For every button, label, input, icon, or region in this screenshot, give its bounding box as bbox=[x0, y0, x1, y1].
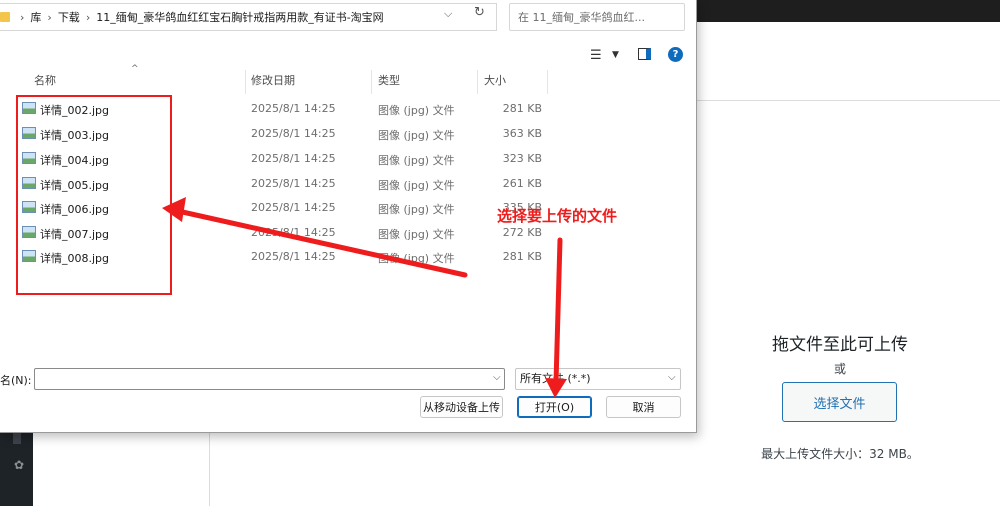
file-date: 2025/8/1 14:25 bbox=[251, 152, 336, 165]
file-size: 281 KB bbox=[502, 250, 542, 263]
filename-label: 名(N): bbox=[0, 374, 32, 387]
preview-pane-icon[interactable] bbox=[638, 48, 651, 60]
media-side-panel bbox=[33, 430, 210, 506]
column-header-date[interactable]: 修改日期 bbox=[245, 70, 372, 94]
file-date: 2025/8/1 14:25 bbox=[251, 250, 336, 263]
page-header-divider bbox=[697, 100, 1000, 101]
max-upload-size: 最大上传文件大小：32 MB。 bbox=[761, 447, 919, 461]
file-date: 2025/8/1 14:25 bbox=[251, 127, 336, 140]
open-button[interactable]: 打开(O) bbox=[517, 396, 592, 418]
file-size: 323 KB bbox=[502, 152, 542, 165]
file-size: 261 KB bbox=[502, 177, 542, 190]
cancel-button[interactable]: 取消 bbox=[606, 396, 681, 418]
upload-from-mobile-button[interactable]: 从移动设备上传 bbox=[420, 396, 503, 418]
file-date: 2025/8/1 14:25 bbox=[251, 201, 336, 214]
file-type: 图像 (jpg) 文件 bbox=[378, 154, 455, 167]
drop-zone-title: 拖文件至此可上传 bbox=[772, 335, 908, 355]
drop-zone-or: 或 bbox=[833, 362, 846, 376]
help-icon[interactable]: ? bbox=[668, 47, 683, 62]
file-date: 2025/8/1 14:25 bbox=[251, 226, 336, 239]
select-files-button[interactable]: 选择文件 bbox=[782, 382, 897, 422]
filetype-select[interactable]: 所有文件 (*.*) bbox=[515, 368, 681, 390]
column-header-size[interactable]: 大小 bbox=[478, 70, 548, 94]
view-menu-icon[interactable]: ☰ bbox=[590, 48, 602, 63]
annotation-label: 选择要上传的文件 bbox=[497, 207, 618, 225]
breadcrumb-folder[interactable]: 11_缅甸_豪华鸽血红红宝石胸针戒指两用款_有证书-淘宝网 bbox=[96, 9, 383, 25]
folder-icon bbox=[0, 12, 10, 22]
column-header-type[interactable]: 类型 bbox=[372, 70, 478, 94]
file-size: 363 KB bbox=[502, 127, 542, 140]
sidebar-icon[interactable] bbox=[13, 432, 21, 444]
column-headers: 名称 修改日期 类型 大小 bbox=[0, 70, 560, 94]
file-type: 图像 (jpg) 文件 bbox=[378, 252, 455, 265]
file-type: 图像 (jpg) 文件 bbox=[378, 104, 455, 117]
breadcrumb-separator: › bbox=[20, 10, 25, 24]
file-type: 图像 (jpg) 文件 bbox=[378, 129, 455, 142]
file-date: 2025/8/1 14:25 bbox=[251, 102, 336, 115]
column-header-name[interactable]: 名称 bbox=[28, 70, 246, 94]
plugin-icon[interactable]: ✿ bbox=[12, 458, 26, 472]
breadcrumb-library[interactable]: 库 bbox=[30, 9, 41, 25]
search-input[interactable]: 在 11_缅甸_豪华鸽血红... bbox=[509, 3, 685, 31]
filename-input[interactable] bbox=[34, 368, 505, 390]
refresh-icon[interactable]: ↻ bbox=[474, 5, 485, 20]
file-size: 281 KB bbox=[502, 102, 542, 115]
file-date: 2025/8/1 14:25 bbox=[251, 177, 336, 190]
breadcrumb-separator: › bbox=[85, 10, 91, 24]
chevron-down-icon[interactable]: ⌵ bbox=[668, 372, 676, 383]
chevron-down-icon[interactable]: ▼ bbox=[612, 50, 619, 60]
file-size: 272 KB bbox=[502, 226, 542, 239]
chevron-down-icon[interactable]: ⌵ bbox=[444, 7, 452, 21]
chevron-down-icon[interactable]: ⌵ bbox=[493, 372, 501, 383]
file-type: 图像 (jpg) 文件 bbox=[378, 228, 455, 241]
breadcrumb-downloads[interactable]: 下载 bbox=[58, 9, 80, 25]
address-bar[interactable]: › 库 › 下载 › 11_缅甸_豪华鸽血红红宝石胸针戒指两用款_有证书-淘宝网 bbox=[0, 3, 497, 31]
file-type: 图像 (jpg) 文件 bbox=[378, 203, 455, 216]
annotation-highlight-box bbox=[16, 95, 172, 295]
breadcrumb-separator: › bbox=[47, 10, 52, 24]
file-type: 图像 (jpg) 文件 bbox=[378, 179, 455, 192]
